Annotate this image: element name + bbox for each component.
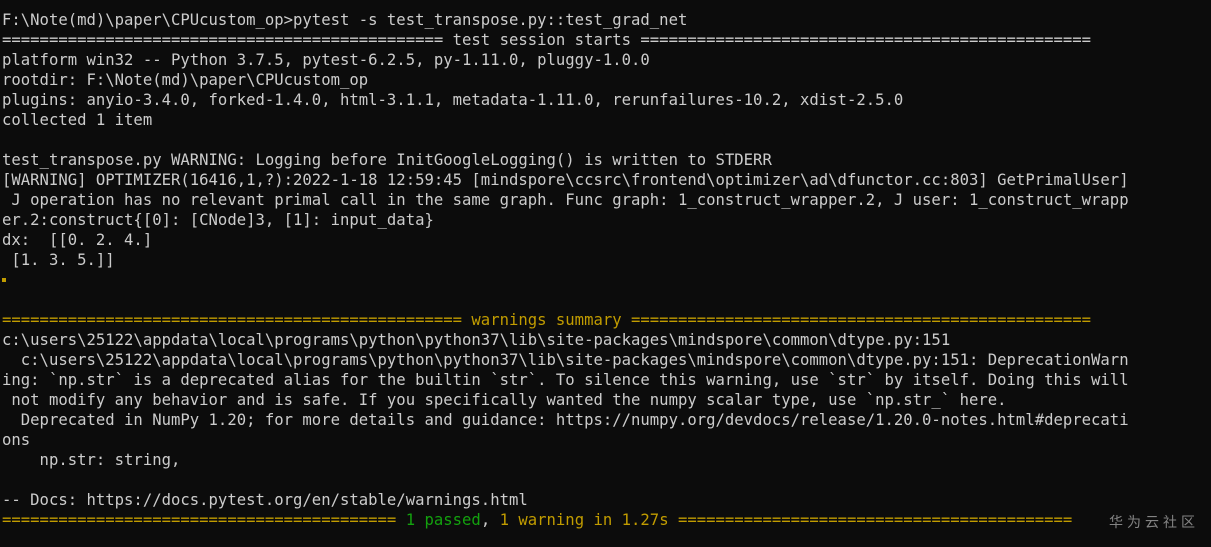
warning-detail-line: ons	[2, 431, 31, 449]
summary-prefix: ========================================…	[2, 511, 406, 529]
warnings-summary-banner: ========================================…	[2, 311, 1092, 329]
command-line: F:\Note(md)\paper\CPUcustom_op>pytest -s…	[2, 11, 688, 29]
summary-comma: ,	[480, 511, 500, 529]
optimizer-warning-line: [WARNING] OPTIMIZER(16416,1,?):2022-1-18…	[2, 171, 1129, 189]
warning-detail-line: c:\users\25122\appdata\local\programs\py…	[2, 351, 1129, 369]
dx-output-line-2: [1. 3. 5.]]	[2, 251, 115, 269]
summary-suffix: ========================================…	[668, 511, 1073, 529]
rootdir-line: rootdir: F:\Note(md)\paper\CPUcustom_op	[2, 71, 369, 89]
warning-detail-line: not modify any behavior and is safe. If …	[2, 391, 1007, 409]
warning-count: 1 warning	[499, 511, 585, 529]
warning-detail-line: ing: `np.str` is a deprecated alias for …	[2, 371, 1129, 389]
cursor-line	[2, 270, 1211, 290]
platform-line: platform win32 -- Python 3.7.5, pytest-6…	[2, 51, 650, 69]
docs-link-line[interactable]: -- Docs: https://docs.pytest.org/en/stab…	[2, 490, 1211, 510]
warning-detail-line: Deprecated in NumPy 1.20; for more detai…	[2, 411, 1129, 429]
optimizer-warning-end: er.2:construct{[0]: [CNode]3, [1]: input…	[2, 211, 434, 229]
collected-line: collected 1 item	[2, 111, 153, 129]
elapsed-time: in 1.27s	[584, 511, 669, 529]
dx-output-line-1: dx: [[0. 2. 4.]	[2, 231, 153, 249]
warning-code-line: np.str: string,	[2, 451, 181, 469]
plugins-line: plugins: anyio-3.4.0, forked-1.4.0, html…	[2, 91, 904, 109]
optimizer-warning-continued: J operation has no relevant primal call …	[2, 191, 1129, 209]
cursor-icon	[2, 278, 6, 282]
watermark-logo: 华为云社区	[1105, 513, 1199, 533]
logging-warning-line: test_transpose.py WARNING: Logging befor…	[2, 151, 772, 169]
terminal-window[interactable]: F:\Note(md)\paper\CPUcustom_op>pytest -s…	[0, 0, 1211, 547]
warning-path-line: c:\users\25122\appdata\local\programs\py…	[2, 331, 951, 349]
session-start-banner: ========================================…	[2, 31, 1092, 49]
final-summary-line: ========================================…	[2, 510, 1211, 530]
passed-count: 1 passed	[405, 511, 481, 529]
